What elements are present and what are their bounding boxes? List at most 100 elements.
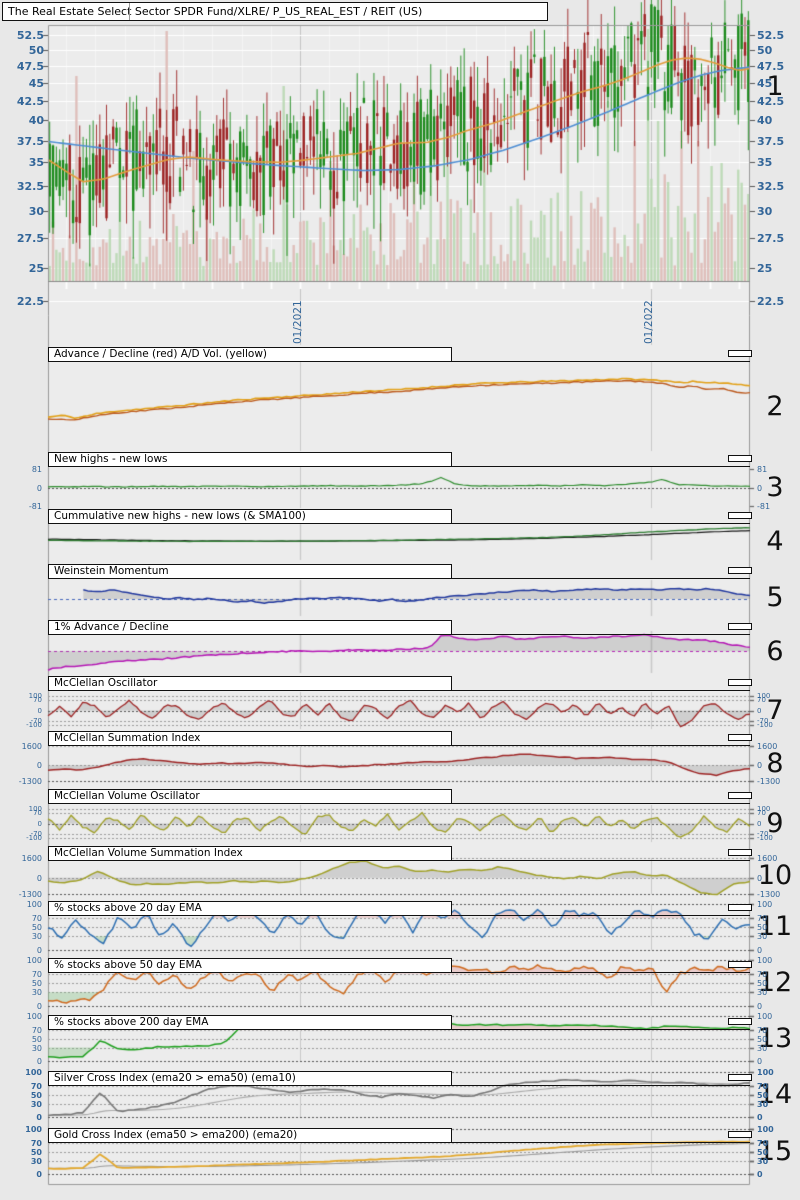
panel-axis-label-right: 70 (757, 914, 768, 923)
price-axis-label-left: 50 (28, 43, 44, 57)
price-axis-label-left: 22.5 (16, 294, 44, 308)
panel-border-line (452, 523, 750, 524)
price-axis-label-left: 37.5 (16, 134, 44, 148)
panel-border-line (452, 690, 750, 691)
panel-axis-label-right: 100 (757, 1125, 774, 1134)
panel-title-box: % stocks above 50 day EMA (48, 958, 452, 973)
price-axis-label-left: 47.5 (16, 59, 44, 73)
panel-axis-label-right: 0 (757, 946, 763, 955)
price-axis-label-right: 37.5 (757, 134, 785, 148)
panel-axis-label-left: -81 (28, 502, 42, 511)
panel-tab (728, 1018, 752, 1025)
panel-title: Weinstein Momentum (54, 565, 169, 577)
panel-axis-label-right: 0 (757, 820, 762, 828)
panel-title: McClellan Volume Oscillator (54, 790, 200, 802)
panel-number-5: 5 (766, 582, 784, 613)
panel-tab (728, 734, 752, 741)
panel-title: McClellan Oscillator (54, 677, 158, 689)
panel-tab (728, 1074, 752, 1081)
price-axis-label-right: 22.5 (757, 294, 785, 308)
price-axis-label-right: 50 (757, 43, 773, 57)
panel-tab (728, 1131, 752, 1138)
panel-axis-label-right: 0 (757, 1002, 763, 1011)
panel-axis-label-right: 70 (757, 809, 766, 817)
price-axis-label-left: 27.5 (16, 231, 44, 245)
panel-axis-label-right: -100 (757, 834, 773, 842)
panel-axis-label-left: 0 (36, 761, 42, 770)
panel-axis-label-right: 81 (757, 465, 768, 474)
panel-axis-label-right: 100 (757, 956, 773, 965)
panel-axis-label-left: 0 (36, 1170, 42, 1179)
panel-axis-label-left: 0 (37, 820, 42, 828)
panel-tab (728, 455, 752, 462)
panel-axis-label-left: 30 (30, 1157, 42, 1166)
date-label: 01/2022 (642, 300, 655, 344)
panel-axis-label-left: 1600 (21, 854, 42, 863)
panel-title-box: McClellan Volume Oscillator (48, 789, 452, 804)
panel-tab (728, 792, 752, 799)
panel-tab (728, 623, 752, 630)
panel-title: % stocks above 200 day EMA (54, 1016, 209, 1028)
panel-axis-label-left: 0 (36, 1002, 42, 1011)
window-title-box: The Real Estate Select Sector SPDR Fund/… (2, 2, 548, 21)
panel-number-2: 2 (766, 391, 784, 422)
panel-axis-label-right: 0 (757, 874, 763, 883)
panel-tab (728, 567, 752, 574)
panel-axis-label-right: 1600 (757, 854, 778, 863)
panel-axis-label-left: 1600 (21, 742, 42, 751)
panel-axis-label-right: 50 (757, 1148, 769, 1157)
panel-title: 1% Advance / Decline (54, 621, 169, 633)
panel-border-line (452, 860, 750, 861)
panel-title-box: Cummulative new highs - new lows (& SMA1… (48, 509, 452, 524)
price-axis-label-left: 52.5 (16, 28, 44, 42)
panel-axis-label-right: 50 (757, 979, 768, 988)
panel-title-box: Weinstein Momentum (48, 564, 452, 579)
panel-axis-label-left: 70 (31, 1026, 42, 1035)
panel-border-line (452, 803, 750, 804)
panel-axis-label-right: -100 (757, 721, 773, 729)
panel-axis-label-left: -100 (26, 834, 42, 842)
panel-axis-label-left: 0 (36, 946, 42, 955)
panel-axis-label-left: 70 (30, 1139, 42, 1148)
panel-border-line (452, 634, 750, 635)
panel-border-line (452, 745, 750, 746)
panel-title-box: % stocks above 200 day EMA (48, 1015, 452, 1030)
title-divider (129, 3, 130, 20)
panel-axis-label-left: 30 (30, 1100, 42, 1109)
price-axis-label-right: 35 (757, 155, 773, 169)
price-axis-label-right: 52.5 (757, 28, 785, 42)
panel-border-line (452, 1142, 750, 1143)
panel-axis-label-right: 70 (757, 970, 768, 979)
panel-title: % stocks above 20 day EMA (54, 902, 202, 914)
price-axis-label-left: 32.5 (16, 179, 44, 193)
panel-axis-label-left: 100 (25, 1125, 42, 1134)
panel-axis-label-right: 70 (757, 1082, 769, 1091)
panel-axis-label-left: 50 (30, 1091, 42, 1100)
panel-axis-label-right: 30 (757, 1157, 769, 1166)
panel-axis-label-left: 30 (31, 1044, 42, 1053)
panel-axis-label-left: 0 (36, 1113, 42, 1122)
panel-axis-label-left: 0 (36, 1057, 42, 1066)
panel-axis-label-left: -1300 (18, 890, 42, 899)
panel-axis-label-right: 0 (757, 707, 762, 715)
panel-title-box: McClellan Volume Summation Index (48, 846, 452, 861)
panel-axis-label-left: 0 (36, 874, 42, 883)
panel-axis-label-right: -1300 (757, 777, 781, 786)
price-axis-label-right: 40 (757, 113, 773, 127)
panel-axis-label-left: 100 (26, 900, 42, 909)
price-axis-label-right: 32.5 (757, 179, 785, 193)
panel-axis-label-right: 70 (757, 1026, 768, 1035)
panel-axis-label-left: 70 (30, 1082, 42, 1091)
panel-axis-label-right: 0 (757, 761, 763, 770)
panel-border-line (452, 972, 750, 973)
panel-axis-label-left: 70 (31, 914, 42, 923)
panel-axis-label-right: 50 (757, 1091, 769, 1100)
panel-tab (728, 512, 752, 519)
price-axis-label-left: 25 (28, 261, 44, 275)
price-axis-label-left: 35 (28, 155, 44, 169)
panel-title: % stocks above 50 day EMA (54, 959, 202, 971)
panel-title-box: McClellan Oscillator (48, 676, 452, 691)
price-axis-label-left: 45 (28, 76, 44, 90)
panel-border-line (452, 915, 750, 916)
panel-axis-label-right: 30 (757, 1100, 769, 1109)
